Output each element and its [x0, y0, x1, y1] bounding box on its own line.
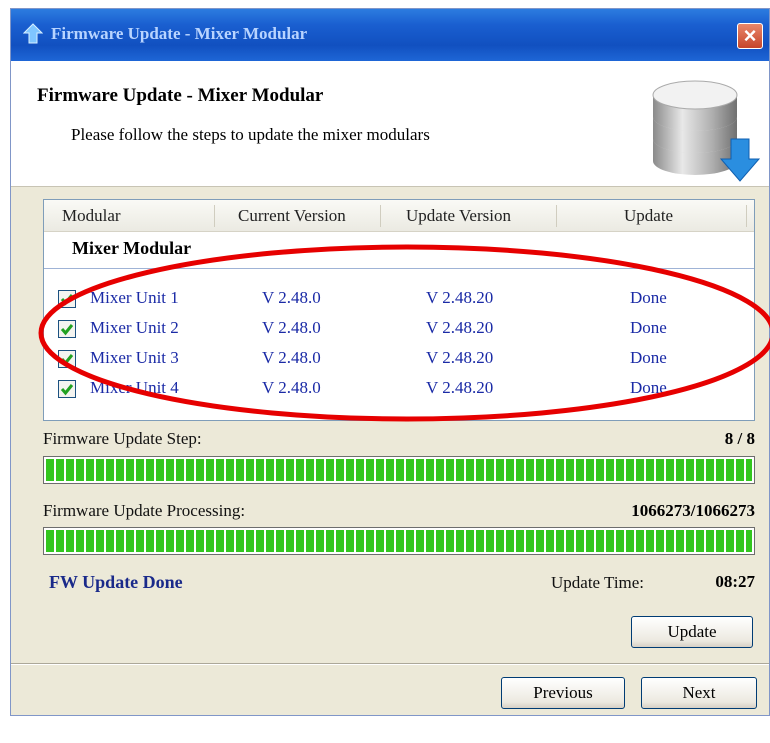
row-status: Done — [630, 318, 667, 337]
row-name: Mixer Unit 3 — [90, 348, 179, 367]
update-time-value: 08:27 — [715, 572, 755, 591]
upload-icon — [23, 23, 43, 44]
close-icon: × — [743, 23, 757, 48]
window-title: Firmware Update - Mixer Modular — [51, 24, 308, 43]
column-divider — [214, 205, 215, 227]
title-bar: Firmware Update - Mixer Modular × — [11, 9, 769, 61]
step-counter: 8 / 8 — [724, 429, 755, 448]
database-download-icon — [652, 80, 761, 182]
row-current-version: V 2.48.0 — [262, 378, 321, 397]
column-divider — [556, 205, 557, 227]
column-header-current-version[interactable]: Current Version — [238, 206, 346, 226]
update-button[interactable]: Update — [631, 616, 753, 648]
row-update-version: V 2.48.20 — [426, 318, 494, 337]
wizard-header: Firmware Update - Mixer Modular Please f… — [11, 61, 769, 187]
page-title: Firmware Update - Mixer Modular — [37, 85, 324, 106]
group-label: Mixer Modular — [72, 238, 192, 258]
row-name: Mixer Unit 1 — [90, 288, 179, 307]
column-divider — [380, 205, 381, 227]
row-current-version: V 2.48.0 — [262, 288, 321, 307]
column-divider — [746, 205, 747, 227]
table-row[interactable]: Mixer Unit 1 V 2.48.0 V 2.48.20 Done — [44, 284, 754, 314]
checkmark-icon — [60, 354, 74, 366]
close-button[interactable]: × — [737, 23, 763, 49]
footer-divider — [11, 663, 769, 665]
previous-button[interactable]: Previous — [501, 677, 625, 709]
row-checkbox[interactable] — [58, 350, 76, 368]
row-current-version: V 2.48.0 — [262, 348, 321, 367]
table-header: Modular Current Version Update Version U… — [44, 200, 754, 232]
row-update-version: V 2.48.20 — [426, 348, 494, 367]
update-time-label: Update Time: — [551, 573, 645, 592]
checkmark-icon — [60, 294, 74, 306]
column-header-modular[interactable]: Modular — [62, 206, 121, 226]
processing-progress-bar — [43, 527, 755, 555]
row-checkbox[interactable] — [58, 290, 76, 308]
processing-label: Firmware Update Processing: — [43, 501, 246, 520]
next-button[interactable]: Next — [641, 677, 757, 709]
firmware-update-dialog: Firmware Update - Mixer Modular × Firmwa… — [10, 8, 770, 716]
table-row[interactable]: Mixer Unit 2 V 2.48.0 V 2.48.20 Done — [44, 314, 754, 344]
processing-progress-fill — [46, 530, 752, 552]
processing-counter: 1066273/1066273 — [631, 501, 755, 520]
table-row[interactable]: Mixer Unit 3 V 2.48.0 V 2.48.20 Done — [44, 344, 754, 374]
row-current-version: V 2.48.0 — [262, 318, 321, 337]
table-row[interactable]: Mixer Unit 4 V 2.48.0 V 2.48.20 Done — [44, 374, 754, 404]
row-update-version: V 2.48.20 — [426, 378, 494, 397]
column-header-update-version[interactable]: Update Version — [406, 206, 511, 226]
page-subtitle: Please follow the steps to update the mi… — [71, 125, 430, 144]
row-checkbox[interactable] — [58, 380, 76, 398]
row-checkbox[interactable] — [58, 320, 76, 338]
row-name: Mixer Unit 4 — [90, 378, 179, 397]
column-header-update[interactable]: Update — [624, 206, 673, 226]
row-update-version: V 2.48.20 — [426, 288, 494, 307]
step-progress-fill — [46, 459, 752, 481]
row-name: Mixer Unit 2 — [90, 318, 179, 337]
group-divider — [44, 268, 754, 269]
update-status-text: FW Update Done — [49, 572, 183, 592]
step-progress-bar — [43, 456, 755, 484]
checkmark-icon — [60, 384, 74, 396]
step-label: Firmware Update Step: — [43, 429, 202, 448]
modular-table: Modular Current Version Update Version U… — [43, 199, 755, 421]
row-status: Done — [630, 348, 667, 367]
row-status: Done — [630, 378, 667, 397]
row-status: Done — [630, 288, 667, 307]
checkmark-icon — [60, 324, 74, 336]
